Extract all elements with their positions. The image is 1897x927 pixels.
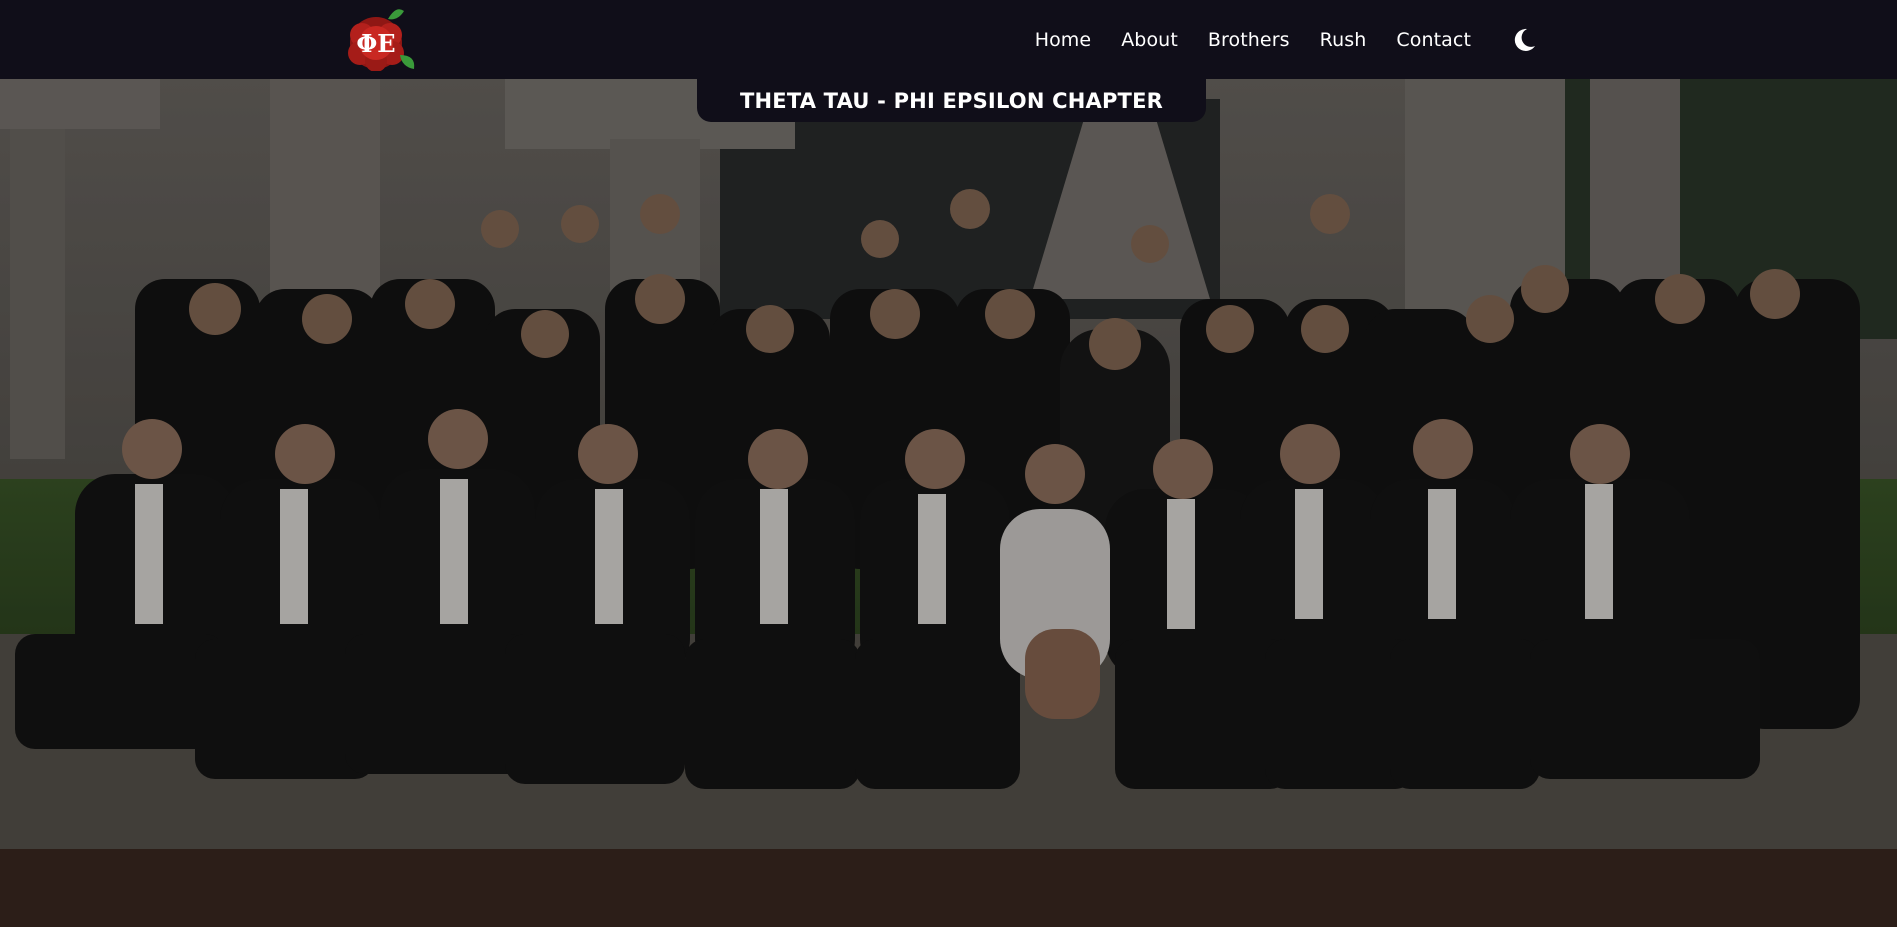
navbar: ΦΕ Home About Brothers Rush Contact [0, 0, 1897, 79]
nav-home[interactable]: Home [1035, 29, 1092, 51]
hero-title-banner: THETA TAU - PHI EPSILON CHAPTER [697, 79, 1206, 122]
nav-rush[interactable]: Rush [1320, 29, 1367, 51]
chapter-logo[interactable]: ΦΕ [338, 5, 418, 71]
hero-section [0, 79, 1897, 927]
hero-title: THETA TAU - PHI EPSILON CHAPTER [739, 88, 1163, 113]
nav-brothers[interactable]: Brothers [1208, 29, 1290, 51]
nav-links: Home About Brothers Rush Contact [1035, 0, 1537, 79]
nav-contact[interactable]: Contact [1396, 29, 1471, 51]
moon-icon[interactable] [1511, 27, 1537, 53]
logo-letters: ΦΕ [356, 29, 395, 58]
nav-about[interactable]: About [1121, 29, 1178, 51]
group-photo [0, 79, 1897, 927]
